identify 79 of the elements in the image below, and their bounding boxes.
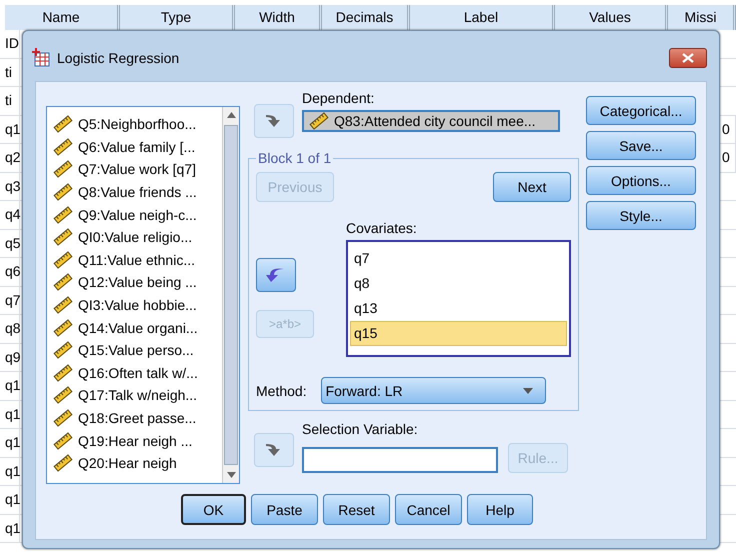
table-cell: 0	[722, 144, 736, 172]
table-cell: q4	[5, 201, 20, 228]
dialog-button[interactable]: Categorical...	[586, 96, 696, 125]
move-button[interactable]	[254, 104, 294, 138]
up-arrow-icon	[226, 112, 236, 118]
dialog-button[interactable]: Help	[467, 494, 533, 525]
table-cell: q7	[5, 286, 20, 314]
list-item[interactable]: Q11:Value ethnic...	[78, 252, 195, 268]
column-header: Values	[555, 5, 668, 30]
table-cell: ti	[5, 58, 20, 86]
window-title: Logistic Regression	[57, 50, 180, 66]
list-item[interactable]: Q16:Often talk w/...	[78, 364, 198, 381]
list-item[interactable]: Q8:Value friends ...	[78, 184, 197, 200]
dependent-field[interactable]: Q83:Attended city council mee...	[302, 110, 560, 132]
field-label: Covariates:	[346, 220, 418, 236]
list-item[interactable]: Q12:Value being ...	[78, 274, 197, 290]
table-cell: q1	[5, 372, 20, 400]
close-icon	[682, 53, 694, 63]
table-cell: q1	[5, 486, 20, 514]
table-cell: q5	[5, 230, 20, 257]
scrollbar[interactable]	[222, 107, 239, 483]
list-item[interactable]: q7	[350, 246, 567, 271]
input-field[interactable]	[302, 447, 498, 473]
column-header: Name	[5, 5, 120, 30]
method-dropdown[interactable]: Forward: LR	[320, 377, 546, 404]
dialog-button[interactable]: Cancel	[395, 494, 462, 525]
dropdown-arrow-icon	[522, 388, 533, 394]
list-item[interactable]: Q7:Value work [q7]	[78, 161, 196, 178]
list-item[interactable]: q8	[350, 271, 567, 296]
column-header: Missi	[668, 5, 736, 30]
table-icon	[31, 48, 51, 68]
variable-list[interactable]	[46, 106, 240, 484]
table-cell: ti	[5, 87, 20, 114]
list-item[interactable]: Q19:Hear neigh ...	[78, 432, 192, 449]
table-cell: q9	[5, 344, 20, 371]
list-item[interactable]: Q6:Value family [...	[78, 138, 196, 155]
covariates-list[interactable]: q7 q8 q13 q15	[346, 240, 571, 357]
list-item[interactable]: q15	[350, 321, 567, 346]
close-button[interactable]	[669, 48, 707, 68]
move-button[interactable]	[254, 433, 294, 467]
list-item[interactable]: q13	[350, 296, 567, 321]
dialog-button[interactable]: Options...	[586, 166, 696, 195]
table-cell: q1	[5, 514, 20, 542]
table-cell: q1	[5, 116, 20, 143]
down-arrow-icon	[226, 472, 236, 478]
list-item[interactable]: Q15:Value perso...	[78, 342, 194, 358]
dialog-button[interactable]: Style...	[586, 201, 696, 230]
table-cell: q2	[5, 144, 20, 172]
list-item[interactable]: Q14:Value organi...	[78, 320, 198, 336]
list-item[interactable]: Q17:Talk w/neigh...	[78, 387, 198, 404]
field-label: Selection Variable:	[302, 421, 419, 437]
list-item[interactable]: Q5:Neighborfhoo...	[78, 116, 196, 132]
list-item[interactable]: Q18:Greet passe...	[78, 410, 196, 426]
list-item[interactable]: Q20:Hear neigh	[78, 455, 177, 472]
table-cell: q8	[5, 315, 20, 342]
column-header: Decimals	[322, 5, 410, 30]
table-cell: ID	[5, 30, 20, 58]
move-back-button[interactable]	[256, 258, 296, 292]
column-header: Width	[235, 5, 322, 30]
table-cell: 0	[722, 116, 736, 143]
next-button[interactable]: Next	[493, 172, 571, 202]
list-item[interactable]: QI0:Value religio...	[78, 229, 192, 246]
table-cell: q3	[5, 172, 20, 200]
field-label: Method:	[256, 382, 307, 398]
field-label: Dependent:	[302, 90, 376, 106]
column-header: Type	[120, 5, 235, 30]
dialog-button[interactable]: OK	[181, 494, 246, 525]
field-value: Q83:Attended city council mee...	[334, 113, 536, 129]
table-cell: q1	[5, 400, 20, 428]
table-cell: q6	[5, 258, 20, 286]
dialog-button[interactable]: Reset	[323, 494, 390, 525]
group-title: Block 1 of 1	[257, 150, 332, 166]
table-cell: q1	[5, 429, 20, 456]
list-item[interactable]: Q9:Value neigh-c...	[78, 206, 197, 223]
column-header: Label	[410, 5, 555, 30]
dialog-button[interactable]: Save...	[586, 131, 696, 160]
table-cell: q1	[5, 458, 20, 485]
dialog-button[interactable]: Paste	[251, 494, 318, 525]
list-item[interactable]: QI3:Value hobbie...	[78, 297, 197, 314]
